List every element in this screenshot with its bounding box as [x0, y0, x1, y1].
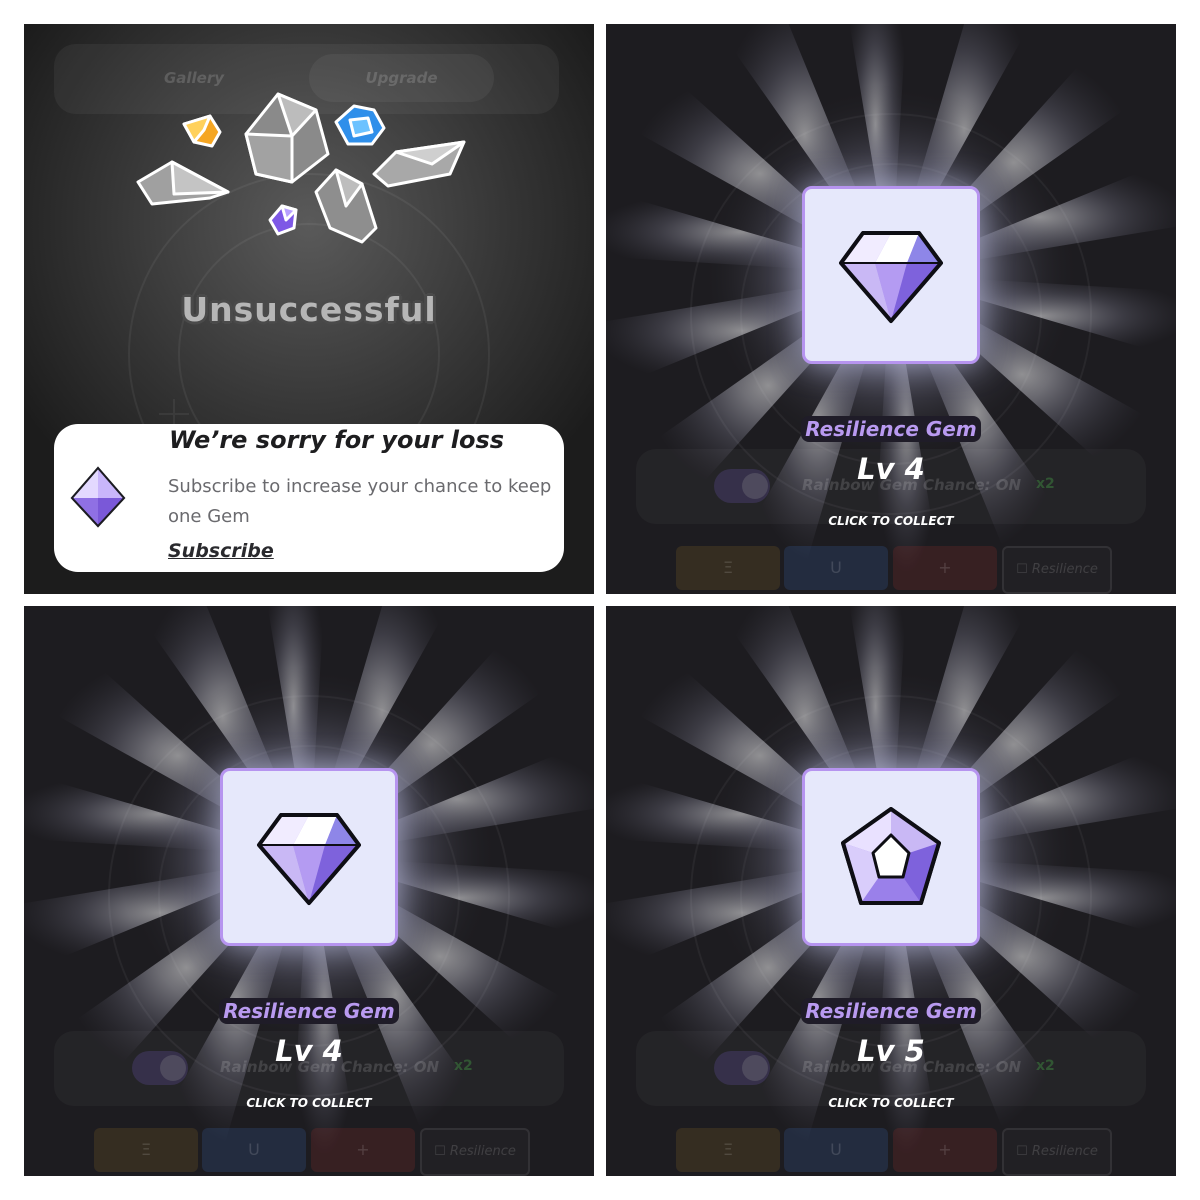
gem-level: Lv 5 — [857, 1034, 925, 1068]
click-to-collect[interactable]: CLICK TO COLLECT — [606, 514, 1176, 528]
subscribe-link[interactable]: Subscribe — [168, 540, 274, 562]
pentagon-gem-icon — [841, 807, 941, 905]
diamond-gem-icon — [257, 813, 361, 905]
status-title: Unsuccessful — [181, 290, 437, 329]
notice-title: We’re sorry for your loss — [169, 426, 505, 454]
resilience-button[interactable]: ☐ Resilience — [420, 1128, 530, 1176]
gem-action-buttons: Ξ U + ☐ Resilience — [676, 1128, 1136, 1176]
action-button-1[interactable]: Ξ — [94, 1128, 198, 1172]
action-button-3[interactable]: + — [311, 1128, 415, 1172]
notice-body: Subscribe to increase your chance to kee… — [168, 476, 552, 527]
gem-action-buttons: Ξ U + ☐ Resilience — [94, 1128, 554, 1176]
resilience-button[interactable]: ☐ Resilience — [1002, 1128, 1112, 1176]
click-to-collect[interactable]: CLICK TO COLLECT — [24, 1096, 594, 1110]
action-button-3[interactable]: + — [893, 1128, 997, 1172]
reward-panel-2: Rainbow Gem Chance: ON x2 Ξ U + ☐ Resili… — [24, 606, 594, 1176]
gem-action-buttons: Ξ U + ☐ Resilience — [676, 546, 1136, 594]
upgrade-failed-panel: Gallery Upgrade Unsuccessful We’re sorry… — [24, 24, 594, 594]
gem-level: Lv 4 — [857, 452, 925, 486]
gem-name-label: Resilience Gem — [606, 998, 1176, 1024]
gem-card[interactable] — [802, 768, 980, 946]
action-button-2[interactable]: U — [784, 1128, 888, 1172]
click-to-collect[interactable]: CLICK TO COLLECT — [606, 1096, 1176, 1110]
loss-notice-card: We’re sorry for your loss Subscribe to i… — [54, 424, 564, 572]
action-button-1[interactable]: Ξ — [676, 546, 780, 590]
gem-icon — [70, 466, 126, 528]
gem-card[interactable] — [220, 768, 398, 946]
gem-card[interactable] — [802, 186, 980, 364]
action-button-2[interactable]: U — [202, 1128, 306, 1172]
gem-level: Lv 4 — [275, 1034, 343, 1068]
reward-panel-1: Rainbow Gem Chance: ON x2 Ξ U + ☐ Resili… — [606, 24, 1176, 594]
gem-name-label: Resilience Gem — [606, 416, 1176, 442]
gem-name-label: Resilience Gem — [24, 998, 594, 1024]
action-button-1[interactable]: Ξ — [676, 1128, 780, 1172]
resilience-button[interactable]: ☐ Resilience — [1002, 546, 1112, 594]
reward-panel-3: Rainbow Gem Chance: ON x2 Ξ U + ☐ Resili… — [606, 606, 1176, 1176]
action-button-3[interactable]: + — [893, 546, 997, 590]
diamond-gem-icon — [839, 231, 943, 323]
action-button-2[interactable]: U — [784, 546, 888, 590]
